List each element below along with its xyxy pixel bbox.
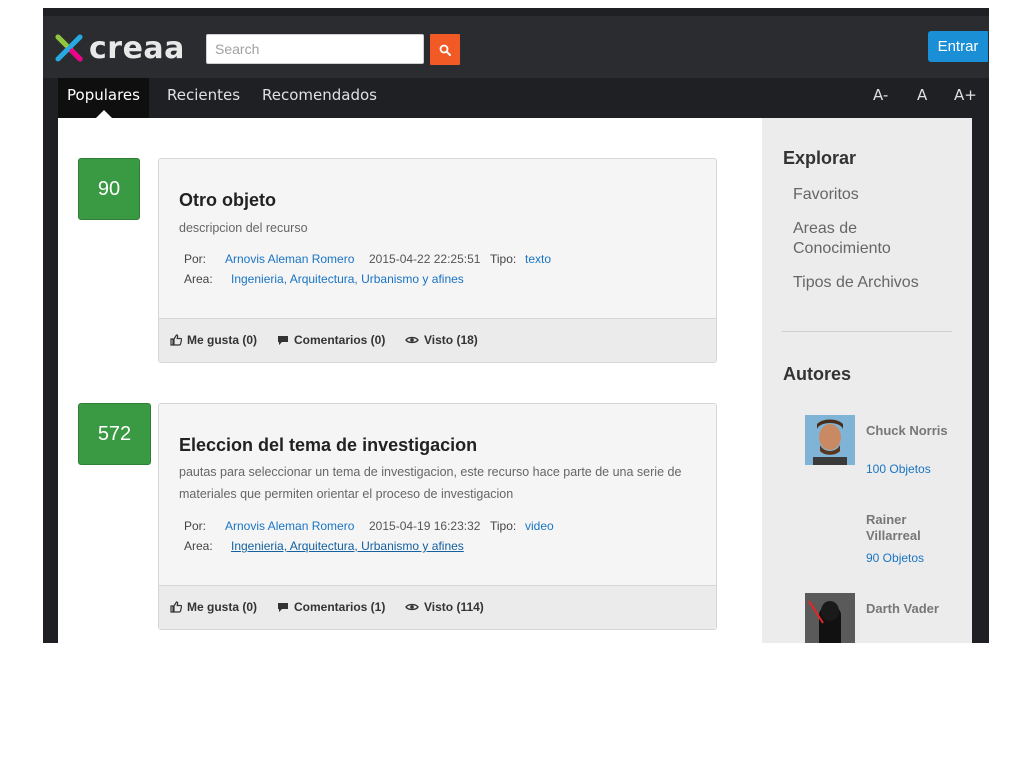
avatar-photo	[805, 593, 855, 643]
comments-label: Comentarios (1)	[294, 600, 386, 614]
area-link[interactable]: Ingenieria, Arquitectura, Urbanismo y af…	[231, 272, 464, 286]
score-badge: 572	[78, 403, 151, 465]
resource-title[interactable]: Eleccion del tema de investigacion	[179, 435, 477, 456]
active-tab-caret	[95, 110, 112, 118]
area-label: Area:	[184, 272, 213, 286]
views-label: Visto (114)	[424, 600, 484, 614]
resource-description: descripcion del recurso	[179, 221, 308, 235]
resource-title[interactable]: Otro objeto	[179, 190, 276, 211]
card-actions: Me gusta (0) Comentarios (1) Visto (114)	[159, 585, 716, 629]
resource-date: 2015-04-22 22:25:51	[369, 252, 481, 266]
resource-card: Otro objeto descripcion del recurso Por:…	[158, 158, 717, 363]
resource-description: pautas para seleccionar un tema de inves…	[179, 465, 682, 501]
type-label: Tipo:	[490, 519, 517, 533]
search-icon	[439, 44, 451, 56]
app-frame: creaa Entrar Populares Recientes Recomen…	[43, 8, 989, 643]
nav-bar: Populares Recientes Recomendados A- A A+	[43, 78, 989, 118]
logo-text: creaa	[89, 30, 185, 66]
comments-label: Comentarios (0)	[294, 333, 386, 347]
comments-button[interactable]: Comentarios (0)	[277, 333, 385, 347]
views-label: Visto (18)	[424, 333, 478, 347]
author-link[interactable]: Arnovis Aleman Romero	[225, 519, 354, 533]
comments-button[interactable]: Comentarios (1)	[277, 600, 385, 614]
authors-heading: Autores	[783, 364, 852, 384]
views-button[interactable]: Visto (114)	[405, 600, 484, 614]
type-link[interactable]: texto	[525, 252, 551, 266]
tab-populares[interactable]: Populares	[58, 78, 149, 118]
font-decrease-button[interactable]: A-	[873, 78, 888, 118]
avatar-photo	[805, 415, 855, 465]
author-name[interactable]: Darth Vader	[866, 601, 956, 617]
resource-card: Eleccion del tema de investigacion pauta…	[158, 403, 717, 630]
sidebar: Explorar Favoritos Areas de Conocimiento…	[762, 118, 972, 643]
author-label: Por:	[184, 519, 207, 533]
thumbs-up-icon	[170, 334, 182, 346]
font-increase-button[interactable]: A+	[954, 78, 977, 118]
comment-icon	[278, 603, 288, 612]
eye-icon	[405, 336, 419, 344]
author-count[interactable]: 90 Objetos	[866, 551, 924, 565]
author-name[interactable]: Rainer Villarreal	[866, 512, 956, 544]
login-button[interactable]: Entrar	[928, 31, 988, 62]
explore-link-favoritos[interactable]: Favoritos	[793, 185, 953, 205]
type-label: Tipo:	[490, 252, 517, 266]
like-label: Me gusta (0)	[187, 333, 258, 347]
author-count[interactable]: 100 Objetos	[866, 462, 931, 476]
author-link[interactable]: Arnovis Aleman Romero	[225, 252, 354, 266]
explore-link-tipos[interactable]: Tipos de Archivos	[793, 273, 953, 293]
comment-icon	[278, 336, 288, 345]
explore-heading: Explorar	[783, 148, 857, 168]
explore-link-areas[interactable]: Areas de Conocimiento	[793, 219, 913, 259]
views-button[interactable]: Visto (18)	[405, 333, 478, 347]
divider	[782, 331, 952, 332]
area-link[interactable]: Ingenieria, Arquitectura, Urbanismo y af…	[231, 539, 464, 553]
eye-icon	[405, 603, 419, 611]
type-link[interactable]: video	[525, 519, 554, 533]
logo[interactable]: creaa	[53, 28, 185, 68]
author-label: Por:	[184, 252, 207, 266]
like-button[interactable]: Me gusta (0)	[170, 333, 257, 347]
logo-x-icon	[55, 34, 83, 62]
area-label: Area:	[184, 539, 213, 553]
author-avatar[interactable]	[805, 415, 855, 465]
thumbs-up-icon	[170, 601, 182, 613]
top-bar: creaa Entrar	[43, 16, 989, 78]
like-label: Me gusta (0)	[187, 600, 258, 614]
like-button[interactable]: Me gusta (0)	[170, 600, 257, 614]
card-actions: Me gusta (0) Comentarios (0) Visto (18)	[159, 318, 716, 362]
author-avatar[interactable]	[805, 593, 855, 643]
search-input[interactable]	[206, 34, 424, 64]
font-reset-button[interactable]: A	[917, 78, 927, 118]
tab-recientes[interactable]: Recientes	[167, 78, 240, 118]
score-badge: 90	[78, 158, 140, 220]
search-button[interactable]	[430, 34, 460, 65]
author-name[interactable]: Chuck Norris	[866, 423, 956, 439]
main-content: 90 Otro objeto descripcion del recurso P…	[58, 118, 762, 643]
tab-recomendados[interactable]: Recomendados	[262, 78, 377, 118]
tab-label: Populares	[67, 86, 140, 104]
resource-date: 2015-04-19 16:23:32	[369, 519, 481, 533]
